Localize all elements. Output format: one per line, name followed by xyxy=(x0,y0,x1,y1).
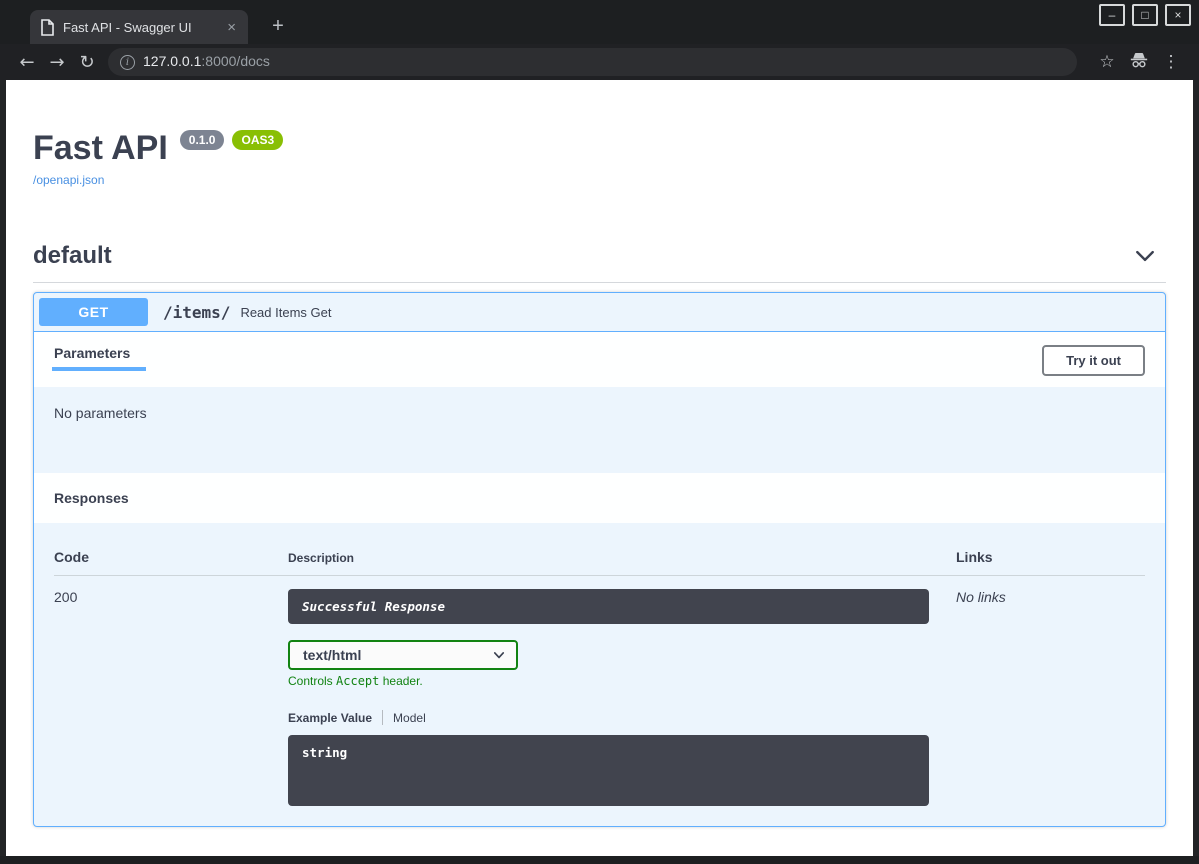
example-value-block: string xyxy=(288,735,929,806)
operation-summary[interactable]: GET /items/ Read Items Get xyxy=(34,293,1165,332)
response-code: 200 xyxy=(54,589,288,806)
back-icon[interactable]: ← xyxy=(12,52,42,73)
column-links: Links xyxy=(956,549,1145,565)
browser-toolbar: ← → ↻ i 127.0.0.1:8000/docs ☆ ⋮ xyxy=(0,44,1199,80)
select-chevron-down-icon xyxy=(492,648,506,662)
media-type-hint: Controls Accept header. xyxy=(288,674,929,688)
tab-title: Fast API - Swagger UI xyxy=(63,20,217,35)
responses-table-head: Code Description Links xyxy=(54,549,1145,576)
version-badge: 0.1.0 xyxy=(180,130,225,150)
tag-section-header[interactable]: default xyxy=(33,242,1166,283)
maximize-button[interactable]: □ xyxy=(1132,4,1158,26)
openapi-spec-link[interactable]: /openapi.json xyxy=(33,173,104,187)
browser-window: Fast API - Swagger UI × + – □ × ← → ↻ i … xyxy=(0,0,1199,864)
minimize-button[interactable]: – xyxy=(1099,4,1125,26)
operation-block: GET /items/ Read Items Get Parameters Tr… xyxy=(33,292,1166,827)
column-description: Description xyxy=(288,549,929,565)
browser-menu-icon[interactable]: ⋮ xyxy=(1155,52,1187,72)
tab-model[interactable]: Model xyxy=(393,711,426,725)
window-bottom-frame xyxy=(0,856,1199,864)
browser-tab[interactable]: Fast API - Swagger UI × xyxy=(30,10,248,44)
operation-path: /items/ xyxy=(163,303,230,322)
document-favicon-icon xyxy=(40,19,55,36)
response-row: 200 Successful Response text/html xyxy=(54,589,1145,806)
no-parameters-text: No parameters xyxy=(54,405,147,421)
media-type-select[interactable]: text/html xyxy=(288,640,518,670)
tab-example-value[interactable]: Example Value xyxy=(288,711,372,725)
try-it-out-button[interactable]: Try it out xyxy=(1042,345,1145,376)
parameters-label: Parameters xyxy=(54,345,130,361)
url-path: :8000/docs xyxy=(201,53,270,69)
example-value-text: string xyxy=(302,745,347,760)
column-code: Code xyxy=(54,549,288,565)
site-info-icon[interactable]: i xyxy=(120,55,135,70)
new-tab-button[interactable]: + xyxy=(264,12,292,40)
hint-prefix: Controls xyxy=(288,674,336,688)
hint-suffix: header. xyxy=(379,674,422,688)
response-links: No links xyxy=(956,589,1145,806)
parameters-body: No parameters xyxy=(34,387,1165,473)
chevron-down-icon[interactable] xyxy=(1134,245,1156,267)
api-title: Fast API xyxy=(33,128,168,168)
page-content: Fast API 0.1.0 OAS3 /openapi.json defaul… xyxy=(6,80,1193,856)
bookmark-star-icon[interactable]: ☆ xyxy=(1091,52,1123,72)
response-description-block: Successful Response xyxy=(288,589,929,624)
window-controls: – □ × xyxy=(1099,4,1191,26)
tab-separator xyxy=(382,710,383,725)
tab-parameters[interactable]: Parameters xyxy=(54,345,130,371)
parameters-header: Parameters Try it out xyxy=(34,332,1165,387)
tab-close-icon[interactable]: × xyxy=(225,19,238,36)
url-host: 127.0.0.1 xyxy=(143,53,201,69)
oas3-badge: OAS3 xyxy=(232,130,283,150)
parameters-active-tab-indicator xyxy=(52,367,146,371)
reload-icon[interactable]: ↻ xyxy=(72,52,102,73)
model-example-tabs: Example Value Model xyxy=(288,710,929,725)
response-description-text: Successful Response xyxy=(302,599,445,614)
responses-table: Code Description Links 200 Successful Re… xyxy=(34,523,1165,826)
operation-summary-text: Read Items Get xyxy=(240,305,331,320)
close-button[interactable]: × xyxy=(1165,4,1191,26)
url-bar[interactable]: i 127.0.0.1:8000/docs xyxy=(108,48,1077,76)
forward-icon[interactable]: → xyxy=(42,52,72,73)
incognito-icon xyxy=(1123,50,1155,75)
http-method-badge[interactable]: GET xyxy=(39,298,148,326)
tab-strip: Fast API - Swagger UI × + – □ × xyxy=(0,0,1199,44)
hint-accept-code: Accept xyxy=(336,674,379,688)
media-type-value: text/html xyxy=(303,647,361,663)
responses-title: Responses xyxy=(54,490,129,506)
tag-name: default xyxy=(33,242,112,270)
responses-header: Responses xyxy=(34,473,1165,523)
